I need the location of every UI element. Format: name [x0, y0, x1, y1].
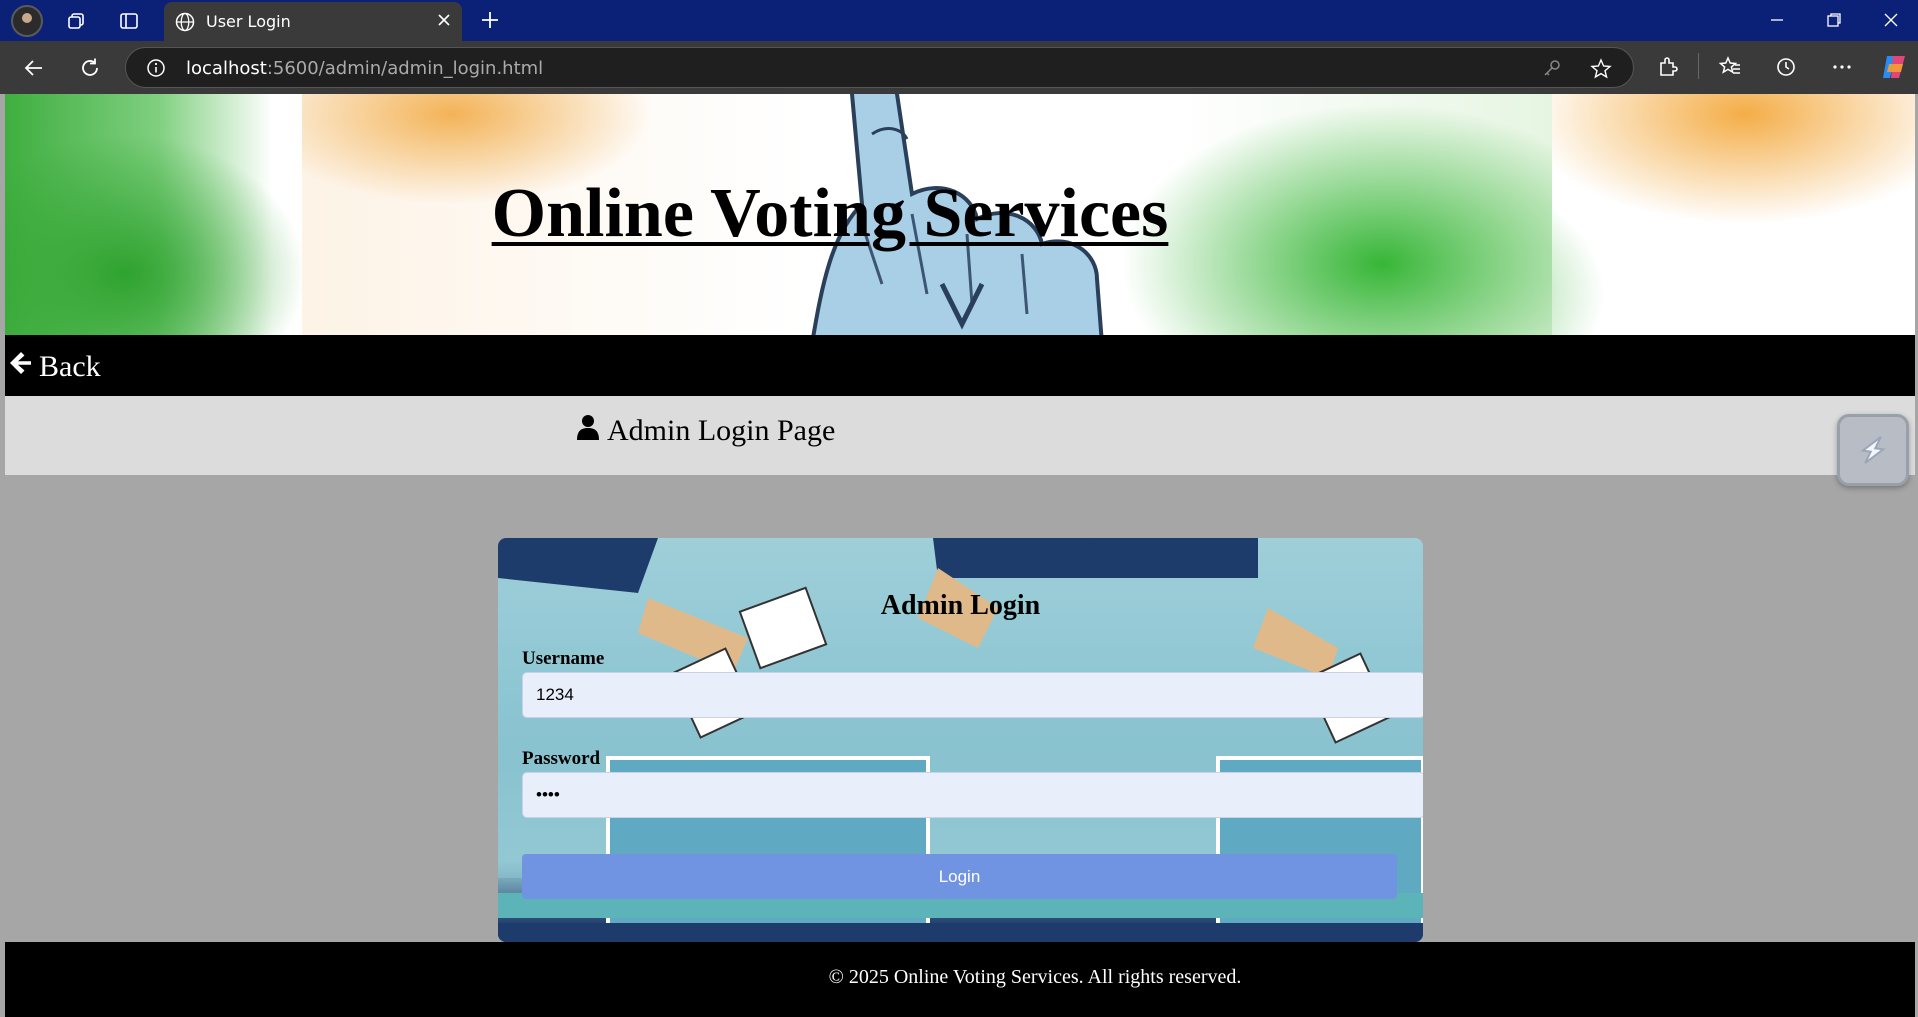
page-viewport: Online Voting Services Back Admin Login … [5, 94, 1915, 1017]
login-card: Admin Login Username Password Login [498, 538, 1423, 942]
minimize-icon[interactable] [1765, 8, 1789, 32]
password-label: Password [522, 748, 601, 769]
close-window-icon[interactable] [1879, 8, 1903, 32]
site-banner: Online Voting Services [5, 94, 1915, 335]
subheader-title: Admin Login Page [607, 414, 836, 447]
refresh-icon[interactable] [77, 55, 103, 81]
username-input[interactable] [522, 672, 1423, 718]
vertical-tabs-icon[interactable] [117, 9, 141, 33]
password-input[interactable] [522, 772, 1423, 818]
back-bar: Back [5, 335, 1915, 396]
profile-avatar[interactable] [11, 5, 43, 37]
site-info-icon[interactable] [146, 58, 166, 83]
floating-assistant-icon[interactable] [1837, 414, 1909, 486]
extensions-icon[interactable] [1656, 55, 1680, 84]
globe-icon [174, 11, 196, 38]
back-link[interactable]: Back [5, 349, 101, 385]
tab-title: User Login [206, 12, 291, 31]
toolbar-divider [1698, 53, 1699, 79]
copilot-icon[interactable] [1879, 52, 1909, 87]
workspaces-icon[interactable] [64, 9, 88, 33]
address-bar[interactable]: localhost:5600/admin/admin_login.html [125, 47, 1634, 88]
favorite-star-icon[interactable] [1590, 58, 1612, 85]
more-options-icon[interactable] [1830, 55, 1854, 84]
new-tab-button[interactable] [478, 8, 502, 37]
browser-titlebar: User Login [0, 0, 1918, 41]
page-subheader: Admin Login Page [5, 396, 1915, 486]
back-label: Back [39, 350, 101, 383]
login-card-title: Admin Login [880, 590, 1041, 621]
site-title: Online Voting Services [491, 175, 1169, 252]
favorites-icon[interactable] [1718, 55, 1742, 84]
login-button[interactable]: Login [522, 854, 1397, 899]
browser-tab[interactable]: User Login [164, 2, 462, 41]
close-tab-icon[interactable] [434, 10, 454, 35]
browser-toolbar: localhost:5600/admin/admin_login.html [0, 41, 1918, 94]
page-footer: © 2025 Online Voting Services. All right… [5, 942, 1915, 1017]
back-arrow-icon[interactable] [21, 55, 47, 81]
user-icon [577, 414, 599, 448]
footer-text: © 2025 Online Voting Services. All right… [828, 966, 1242, 988]
username-label: Username [522, 648, 605, 669]
restore-icon[interactable] [1822, 8, 1846, 32]
page-title: Admin Login Page [577, 414, 835, 448]
url-text[interactable]: localhost:5600/admin/admin_login.html [186, 58, 543, 79]
arrow-left-icon [5, 349, 33, 385]
history-icon[interactable] [1774, 55, 1798, 84]
password-key-icon[interactable] [1542, 58, 1562, 83]
